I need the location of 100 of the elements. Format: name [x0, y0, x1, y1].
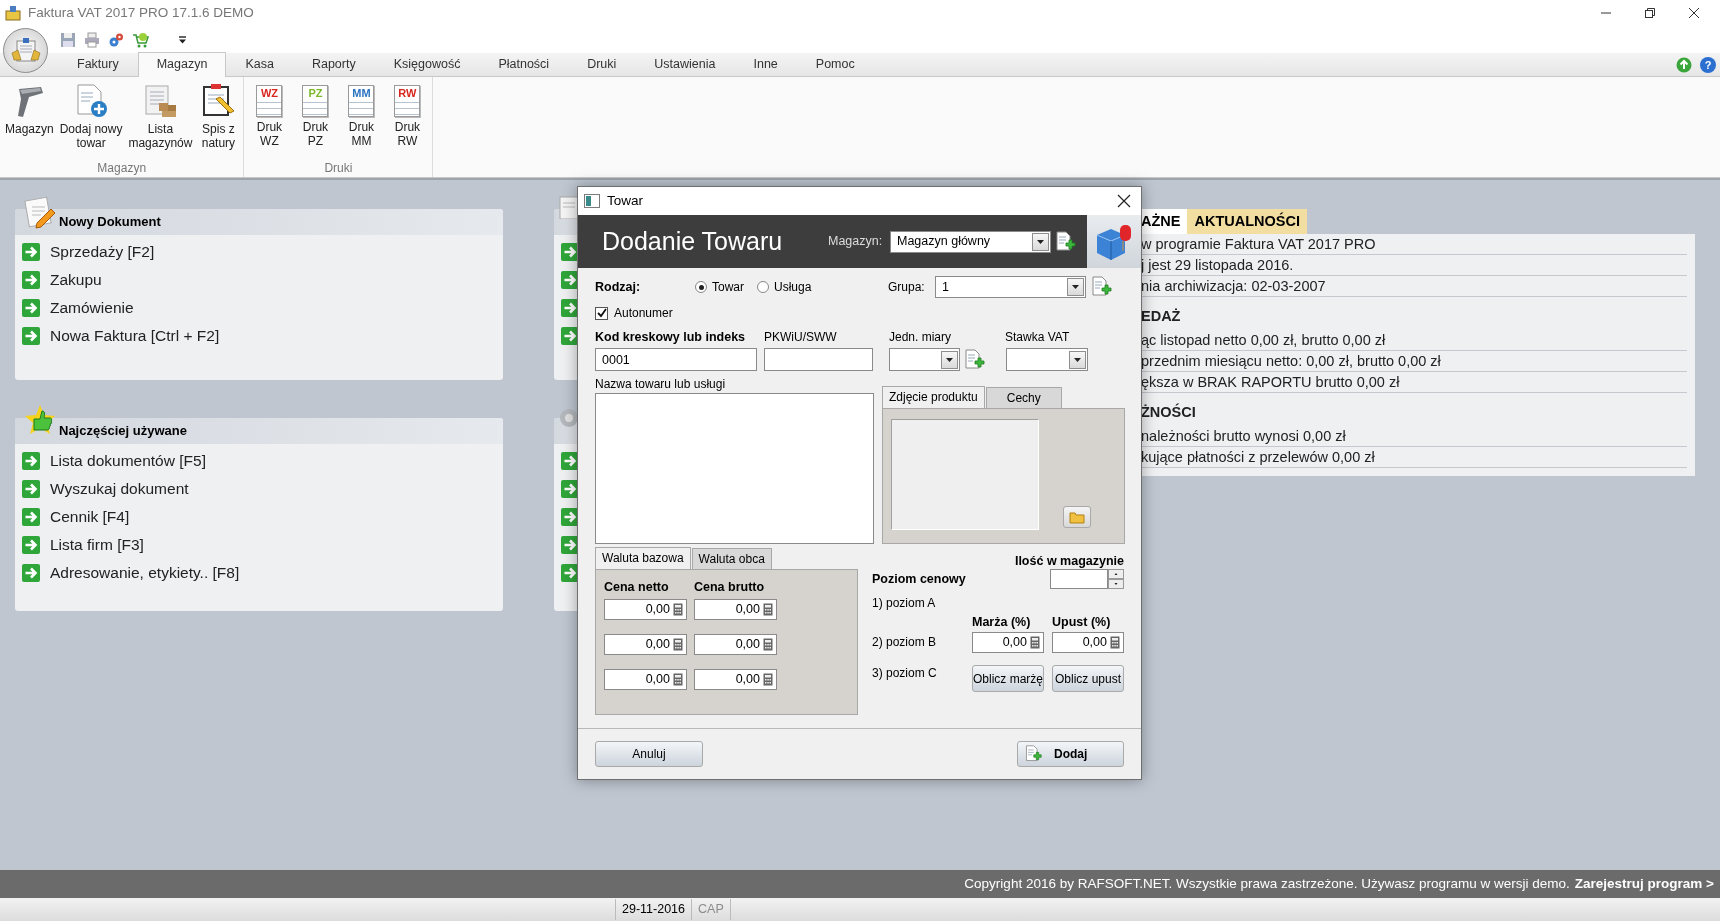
arrow-icon — [22, 243, 40, 261]
ribbon-button[interactable]: Spis z natury — [195, 83, 242, 159]
field-label: Stawka VAT — [1005, 329, 1071, 346]
column-header: Cena netto — [604, 579, 670, 596]
tab[interactable]: Waluta obca — [691, 548, 772, 569]
arrow-icon — [22, 564, 40, 582]
level-label: 1) poziom A — [872, 595, 937, 612]
ribbon-tab[interactable]: Magazyn — [137, 52, 227, 77]
calculator-icon — [673, 602, 683, 616]
column-header: Marża (%) — [972, 613, 1032, 631]
number-field[interactable]: 0,00 — [972, 631, 1044, 653]
input-field[interactable]: 0001 — [595, 348, 757, 371]
add-button[interactable]: Dodaj — [1017, 741, 1124, 767]
cart-icon — [132, 31, 150, 48]
section-heading: ŻNOŚCI — [1141, 402, 1197, 422]
panel-tab[interactable]: AŻNE — [1141, 209, 1188, 234]
add-document-icon — [1024, 745, 1042, 763]
text-area[interactable] — [595, 393, 874, 544]
dropdown-field[interactable] — [1006, 348, 1088, 371]
ribbon-button[interactable]: Dodaj nowy towar — [56, 83, 126, 159]
arrow-icon — [22, 508, 40, 526]
folder-button[interactable] — [1063, 506, 1091, 528]
arrow-icon — [22, 452, 40, 470]
radio-button[interactable] — [695, 281, 707, 293]
tab[interactable]: Zdjęcie produktu — [882, 386, 985, 408]
number-field[interactable]: 0,00 — [604, 598, 687, 620]
input-field[interactable] — [764, 348, 873, 371]
checkbox[interactable] — [595, 306, 608, 320]
copyright-text: Copyright 2016 by RAFSOFT.NET. Wszystkie prawa zastrzeżone. Używasz programu w wersji demo. — [964, 874, 1570, 893]
menu-link[interactable]: Wyszukaj dokument — [50, 477, 189, 501]
arrow-icon — [22, 271, 40, 289]
ribbon-tab[interactable]: Druki — [568, 52, 636, 76]
close-icon — [1117, 194, 1131, 208]
calculate-button[interactable]: Oblicz marżę — [972, 665, 1044, 692]
tab[interactable]: Waluta bazowa — [595, 547, 691, 569]
check-icon — [596, 308, 607, 318]
dropdown-button[interactable] — [1032, 232, 1049, 251]
ribbon-tab[interactable]: Inne — [734, 52, 797, 76]
calculator-icon — [763, 602, 773, 616]
column-header: Cena brutto — [694, 579, 766, 596]
field-label: Magazyn: — [828, 233, 884, 251]
close-button[interactable] — [1117, 194, 1131, 208]
ribbon-tab[interactable]: Raporty — [292, 52, 375, 76]
ribbon-tab[interactable]: Kasa — [226, 52, 293, 76]
menu-link[interactable]: Lista dokumentów [F5] — [50, 449, 206, 473]
ribbon-tab[interactable]: Faktury — [58, 52, 138, 76]
info-line: nia archiwizacja: 02-03-2007 — [1141, 276, 1687, 297]
cancel-button[interactable]: Anuluj — [595, 741, 703, 767]
menu-link[interactable]: Sprzedaży [F2] — [50, 240, 155, 264]
app-icon — [4, 5, 22, 21]
notepad-icon — [23, 195, 57, 229]
menu-link[interactable]: Adresowanie, etykiety.. [F8] — [50, 561, 240, 585]
ribbon-button[interactable]: Lista magazynów — [125, 83, 196, 159]
dropdown-field[interactable] — [889, 348, 960, 371]
menu-link[interactable]: Cennik [F4] — [50, 505, 130, 529]
calculator-icon — [763, 637, 773, 651]
ribbon-button[interactable]: Magazyn — [2, 83, 57, 159]
dropdown-button[interactable] — [1069, 350, 1086, 369]
save-icon — [60, 31, 76, 48]
group-label: Magazyn — [96, 160, 148, 177]
menu-link[interactable]: Zamówienie — [50, 296, 134, 320]
ribbon-button[interactable]: RW Druk RW — [384, 83, 431, 159]
number-field[interactable]: 0,00 — [694, 598, 777, 620]
ribbon-tab[interactable]: Płatności — [479, 52, 569, 76]
panel-tab[interactable]: AKTUALNOŚCI — [1187, 209, 1307, 234]
number-field[interactable]: 0,00 — [604, 633, 687, 655]
dropdown-field[interactable]: 1 — [935, 276, 1086, 298]
tab[interactable]: Cechy — [985, 387, 1062, 408]
ribbon-tab[interactable]: Ustawienia — [635, 52, 735, 76]
dropdown-field[interactable]: Magazyn główny — [890, 230, 1051, 253]
radio-button[interactable] — [757, 281, 769, 293]
menu-link[interactable]: Nowa Faktura [Ctrl + F2] — [50, 324, 220, 348]
list-boxes-icon — [142, 83, 179, 119]
number-field[interactable]: 0,00 — [1052, 631, 1124, 653]
number-field[interactable] — [1050, 569, 1108, 589]
field-label: Jedn. miary — [889, 329, 953, 346]
ribbon-button[interactable]: PZ Druk PZ — [292, 83, 339, 159]
document-icon: RW — [394, 85, 421, 117]
menu-link[interactable]: Lista firm [F3] — [50, 533, 144, 557]
info-line: ększa w BRAK RAPORTU brutto 0,00 zł — [1141, 372, 1687, 393]
ribbon-tab[interactable]: Pomoc — [796, 52, 874, 76]
number-field[interactable]: 0,00 — [694, 633, 777, 655]
ribbon-tab[interactable]: Księgowość — [374, 52, 480, 76]
help-button[interactable]: ? — [1700, 56, 1716, 73]
info-line: ąc listopad netto 0,00 zł, brutto 0,00 zł — [1141, 330, 1687, 351]
up-arrow-icon — [1676, 56, 1692, 73]
status-date: 29-11-2016 — [615, 899, 692, 920]
ribbon-button[interactable]: WZ Druk WZ — [246, 83, 293, 159]
menu-link[interactable]: Zakupu — [50, 268, 102, 292]
number-field[interactable]: 0,00 — [604, 668, 687, 690]
dialog-heading: Dodanie Towaru — [602, 225, 784, 257]
calculate-button[interactable]: Oblicz upust — [1052, 665, 1124, 692]
register-link[interactable]: Zarejestruj program > — [1574, 873, 1714, 895]
number-field[interactable]: 0,00 — [694, 668, 777, 690]
dropdown-button[interactable] — [1067, 278, 1084, 296]
calculator-icon — [1110, 635, 1120, 649]
panel-header: Najczęściej używane — [15, 418, 503, 444]
ribbon-button[interactable]: MM Druk MM — [338, 83, 385, 159]
dropdown-button[interactable] — [941, 350, 958, 369]
group-label: Druki — [323, 160, 354, 177]
